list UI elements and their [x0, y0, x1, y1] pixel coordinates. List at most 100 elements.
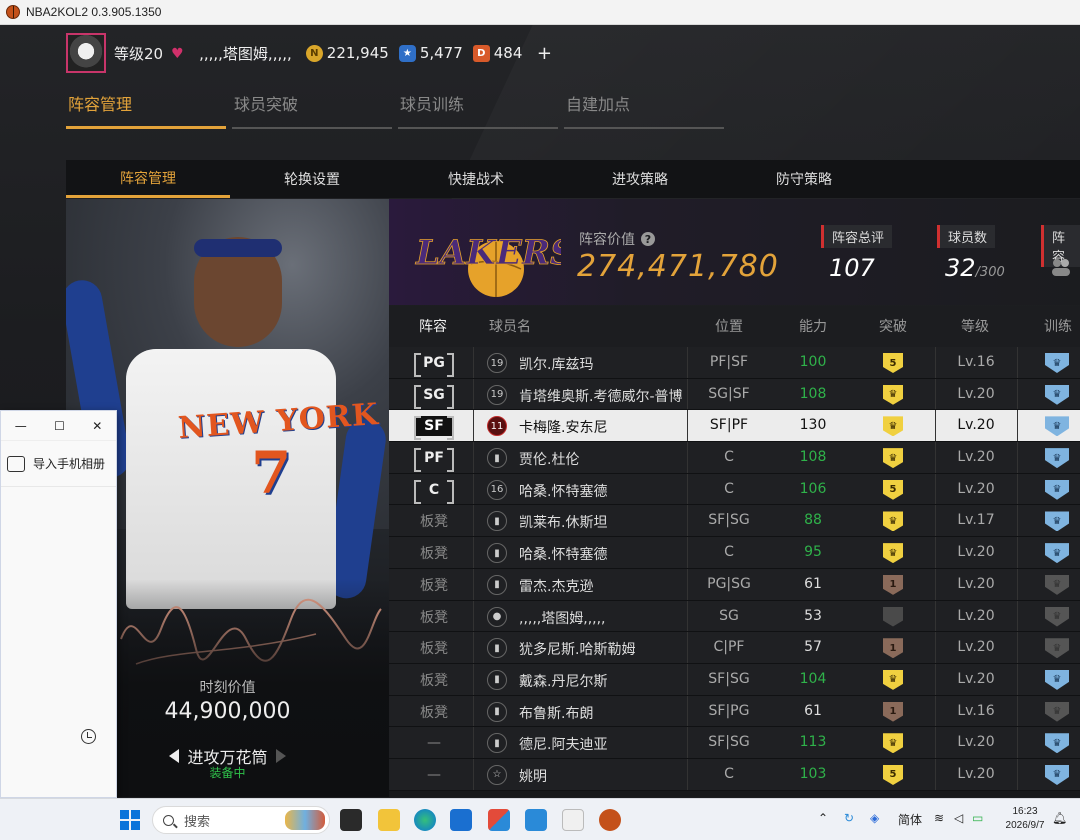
subtab-lineup[interactable]: 阵容管理: [66, 160, 230, 198]
breakthrough-badge-icon[interactable]: ♛: [883, 384, 903, 405]
divider: [1017, 632, 1018, 663]
file-explorer-icon[interactable]: [378, 809, 400, 831]
training-crown-icon[interactable]: ♛: [1045, 479, 1069, 500]
subtab-offense-strategy[interactable]: 进攻策略: [558, 160, 722, 198]
table-row[interactable]: 板凳 ▮ 戴森.丹尼尔斯 SF|SG 104 ♛ Lv.20 ♛: [389, 663, 1080, 696]
breakthrough-badge-icon[interactable]: 5: [883, 764, 903, 785]
training-crown-icon[interactable]: ♛: [1045, 511, 1069, 532]
player-ability: 57: [804, 639, 822, 656]
training-crown-icon[interactable]: ♛: [1045, 638, 1069, 659]
mail-icon[interactable]: [450, 809, 472, 831]
table-row[interactable]: 板凳 ▮ 哈桑.怀特塞德 C 95 ♛ Lv.20 ♛: [389, 537, 1080, 569]
subtab-quick-tactics[interactable]: 快捷战术: [394, 160, 558, 198]
help-icon[interactable]: ?: [641, 232, 655, 246]
training-crown-icon[interactable]: ♛: [1045, 733, 1069, 754]
breakthrough-badge-icon[interactable]: ♛: [883, 448, 903, 469]
lineup-slot[interactable]: 板凳: [414, 702, 454, 722]
breakthrough-badge-icon[interactable]: [883, 606, 903, 627]
lineup-slot[interactable]: —: [414, 733, 454, 753]
lineup-slot[interactable]: 板凳: [414, 543, 454, 563]
training-crown-icon[interactable]: ♛: [1045, 574, 1069, 595]
table-row[interactable]: SG 19 肯塔维奥斯.考德威尔-普博 SG|SF 108 ♛ Lv.20 ♛: [389, 378, 1080, 411]
breakthrough-badge-icon[interactable]: ♛: [883, 733, 903, 754]
training-crown-icon[interactable]: ♛: [1045, 416, 1069, 437]
avatar[interactable]: [66, 33, 106, 73]
table-row[interactable]: C 16 哈桑.怀特塞德 C 106 5 Lv.20 ♛: [389, 473, 1080, 506]
table-row[interactable]: PF ▮ 贾伦.杜伦 C 108 ♛ Lv.20 ♛: [389, 442, 1080, 474]
start-button[interactable]: [120, 810, 140, 830]
edge-browser-icon[interactable]: [414, 809, 436, 831]
previous-skill-button[interactable]: [169, 749, 180, 763]
subtab-rotation[interactable]: 轮换设置: [230, 160, 394, 198]
lineup-slot[interactable]: C: [414, 479, 454, 504]
tray-chevron-icon[interactable]: ⌃: [818, 811, 828, 825]
tab-custom-points[interactable]: 自建加点: [564, 91, 724, 129]
battery-icon[interactable]: ▭: [972, 811, 983, 825]
breakthrough-badge-icon[interactable]: ♛: [883, 511, 903, 532]
sync-app-icon[interactable]: [525, 809, 547, 831]
breakthrough-badge-icon[interactable]: ♛: [883, 543, 903, 564]
clock-icon[interactable]: [81, 729, 96, 744]
maximize-button[interactable]: ☐: [54, 419, 65, 433]
subtab-defense-strategy[interactable]: 防守策略: [722, 160, 886, 198]
training-crown-icon[interactable]: ♛: [1045, 701, 1069, 722]
taskbar-search[interactable]: 搜索: [152, 806, 330, 834]
table-row[interactable]: 板凳 ▮ 凯莱布.休斯坦 SF|SG 88 ♛ Lv.17 ♛: [389, 505, 1080, 538]
system-clock[interactable]: 16:23 2026/9/7: [1000, 805, 1050, 833]
player-name: 哈桑.怀特塞德: [519, 483, 608, 500]
table-row[interactable]: 板凳 ▮ 布鲁斯.布朗 SF|PG 61 1 Lv.16 ♛: [389, 695, 1080, 728]
tab-player-breakthrough[interactable]: 球员突破: [232, 91, 392, 129]
breakthrough-badge-icon[interactable]: 1: [883, 638, 903, 659]
lineup-slot[interactable]: 板凳: [414, 638, 454, 658]
tray-shield-icon[interactable]: ◈: [870, 811, 879, 825]
training-crown-icon[interactable]: ♛: [1045, 543, 1069, 564]
breakthrough-badge-icon[interactable]: 1: [883, 701, 903, 722]
breakthrough-badge-icon[interactable]: 5: [883, 353, 903, 373]
lineup-slot[interactable]: 板凳: [414, 511, 454, 531]
lineup-slot[interactable]: 板凳: [414, 575, 454, 595]
import-phone-album-button[interactable]: 导入手机相册: [1, 441, 116, 487]
lineup-slot[interactable]: PF: [414, 448, 454, 473]
qq-icon[interactable]: [562, 809, 584, 831]
next-skill-button[interactable]: [275, 749, 286, 763]
store-icon[interactable]: [488, 809, 510, 831]
nba2kol2-taskbar-icon[interactable]: [599, 809, 621, 831]
table-row[interactable]: 板凳 ▮ 犹多尼斯.哈斯勒姆 C|PF 57 1 Lv.20 ♛: [389, 632, 1080, 664]
training-crown-icon[interactable]: ♛: [1045, 353, 1069, 373]
training-crown-icon[interactable]: ♛: [1045, 448, 1069, 469]
lineup-slot[interactable]: —: [414, 765, 454, 785]
volume-icon[interactable]: ◁: [954, 811, 963, 825]
player-position: SF|PF: [709, 417, 749, 434]
lineup-slot[interactable]: 板凳: [414, 670, 454, 690]
lineup-slot[interactable]: SF: [414, 416, 454, 441]
table-row[interactable]: PG 19 凯尔.库兹玛 PF|SF 100 5 Lv.16 ♛: [389, 347, 1080, 379]
add-currency-button[interactable]: +: [534, 43, 554, 64]
lineup-slot[interactable]: PG: [414, 353, 454, 377]
table-row[interactable]: 板凳 ▮ 雷杰.杰克逊 PG|SG 61 1 Lv.20 ♛: [389, 568, 1080, 601]
col-name: 球员名: [489, 319, 531, 335]
notification-icon[interactable]: 🔔︎: [1052, 811, 1067, 825]
wifi-icon[interactable]: ≋: [934, 811, 944, 825]
training-crown-icon[interactable]: ♛: [1045, 606, 1069, 627]
table-row[interactable]: 板凳 ● ,,,,,塔图姆,,,,, SG 53 Lv.20 ♛: [389, 600, 1080, 633]
lineup-slot[interactable]: 板凳: [414, 607, 454, 627]
tab-lineup-management[interactable]: 阵容管理: [66, 91, 226, 129]
lineup-slot[interactable]: SG: [414, 384, 454, 409]
ime-indicator[interactable]: 简体: [898, 811, 922, 828]
training-crown-icon[interactable]: ♛: [1045, 669, 1069, 690]
tray-sync-icon[interactable]: ↻: [844, 811, 854, 825]
breakthrough-badge-icon[interactable]: ♛: [883, 669, 903, 690]
breakthrough-badge-icon[interactable]: 5: [883, 479, 903, 500]
table-row[interactable]: SF 11 卡梅隆.安东尼 SF|PF 130 ♛ Lv.20 ♛: [389, 410, 1080, 443]
training-crown-icon[interactable]: ♛: [1045, 764, 1069, 785]
table-row[interactable]: — ☆ 姚明 C 103 5 Lv.20 ♛: [389, 758, 1080, 791]
player-count-value: 32/300: [937, 254, 1005, 282]
breakthrough-badge-icon[interactable]: ♛: [883, 416, 903, 437]
breakthrough-badge-icon[interactable]: 1: [883, 574, 903, 595]
table-row[interactable]: — ▮ 德尼.阿夫迪亚 SF|SG 113 ♛ Lv.20 ♛: [389, 727, 1080, 759]
close-button[interactable]: ✕: [92, 419, 102, 433]
minimize-button[interactable]: —: [15, 419, 27, 433]
training-crown-icon[interactable]: ♛: [1045, 384, 1069, 405]
tab-player-training[interactable]: 球员训练: [398, 91, 558, 129]
task-view-icon[interactable]: [340, 809, 362, 831]
